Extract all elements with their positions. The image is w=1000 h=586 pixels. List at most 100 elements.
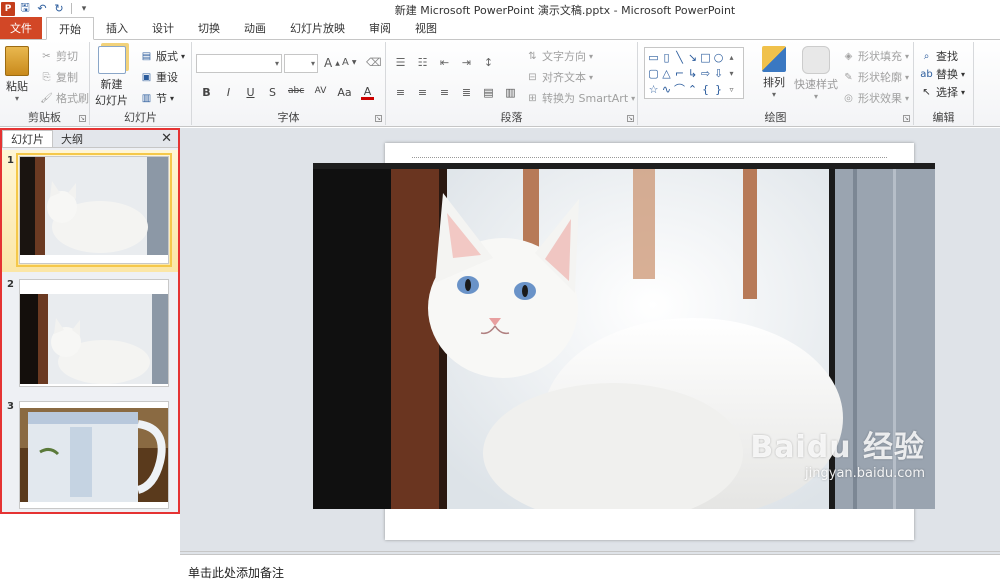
gallery-more-icon[interactable]: ▿ xyxy=(725,81,738,97)
arrange-button[interactable]: 排列 ▾ xyxy=(762,46,786,99)
elbow-shape-icon[interactable]: ⌐ xyxy=(673,65,686,81)
shapes-gallery[interactable]: ▭ ▯ ╲ ↘ □ ○ ▴ ▢ △ ⌐ ↳ ⇨ ⇩ ▾ ☆ ∿ ⌒ ⌃{} ▿ xyxy=(644,47,744,99)
increase-indent-icon[interactable]: ⇥ xyxy=(460,56,473,69)
select-button[interactable]: ↖ 选择 ▾ xyxy=(920,84,965,100)
layout-button[interactable]: ▤ 版式 ▾ xyxy=(140,48,185,64)
find-button[interactable]: ⌕ 查找 xyxy=(920,48,958,64)
columns-icon[interactable]: ▥ xyxy=(504,86,517,99)
slide-thumbnail-row-2[interactable]: 2 xyxy=(2,274,178,394)
text-direction-button[interactable]: ⇅ 文字方向 ▾ xyxy=(526,48,593,64)
arc-shape-icon[interactable]: ⌒ xyxy=(673,81,686,97)
distributed-icon[interactable]: ▤ xyxy=(482,86,495,99)
rectangle-shape-icon[interactable]: □ xyxy=(699,49,712,65)
slide-editing-canvas[interactable]: Baidu 经验 jingyan.baidu.com xyxy=(180,128,1000,552)
italic-button[interactable]: I xyxy=(222,86,235,100)
undo-icon[interactable]: ↶ xyxy=(35,2,49,16)
bold-button[interactable]: B xyxy=(200,86,213,100)
slide-thumbnail-row-3[interactable]: 3 xyxy=(2,396,178,512)
tab-insert[interactable]: 插入 xyxy=(94,17,140,39)
tab-outline-pane[interactable]: 大纲 xyxy=(53,130,91,147)
slide-thumbnail-row-1[interactable]: 1 xyxy=(2,150,178,272)
right-brace-shape-icon[interactable]: } xyxy=(712,81,725,97)
font-launcher-icon[interactable]: ↘ xyxy=(375,115,382,122)
shape-outline-button[interactable]: ✎ 形状轮廓 ▾ xyxy=(842,69,909,85)
title-placeholder[interactable] xyxy=(412,157,887,159)
clipboard-launcher-icon[interactable]: ↘ xyxy=(79,115,86,122)
elbow-arrow-shape-icon[interactable]: ↳ xyxy=(686,65,699,81)
decrease-indent-icon[interactable]: ⇤ xyxy=(438,56,451,69)
numbering-icon[interactable]: ☷ xyxy=(416,56,429,69)
quick-styles-button[interactable]: 快速样式 ▾ xyxy=(794,46,838,101)
font-format-row: B I U S abc AV Aa A xyxy=(200,86,374,100)
align-center-icon[interactable]: ≡ xyxy=(416,86,429,99)
font-color-button[interactable]: A xyxy=(361,86,374,100)
tab-file[interactable]: 文件 xyxy=(0,17,42,39)
tab-review[interactable]: 审阅 xyxy=(357,17,403,39)
cat-photo[interactable]: Baidu 经验 jingyan.baidu.com xyxy=(313,163,935,509)
cut-button[interactable]: ✂ 剪切 xyxy=(40,48,78,64)
rounded-rect-shape-icon[interactable]: ▢ xyxy=(647,65,660,81)
tab-slideshow[interactable]: 幻灯片放映 xyxy=(278,17,357,39)
tab-animations[interactable]: 动画 xyxy=(232,17,278,39)
left-brace-shape-icon[interactable]: { xyxy=(699,81,712,97)
smartart-button[interactable]: ⊞ 转换为 SmartArt ▾ xyxy=(526,90,635,106)
format-painter-button[interactable]: 🖌 格式刷 xyxy=(40,90,89,106)
clear-formatting-icon[interactable]: ⌫ xyxy=(366,56,382,69)
tab-slides-pane[interactable]: 幻灯片 xyxy=(2,130,53,147)
reset-button[interactable]: ▣ 重设 xyxy=(140,69,178,85)
font-name-combo[interactable]: ▾ xyxy=(196,54,282,73)
text-shadow-button[interactable]: S xyxy=(266,86,279,100)
replace-button[interactable]: ab 替换 ▾ xyxy=(920,66,965,82)
align-right-icon[interactable]: ≡ xyxy=(438,86,451,99)
qat-divider xyxy=(71,3,72,14)
triangle-shape-icon[interactable]: △ xyxy=(660,65,673,81)
tab-design[interactable]: 设计 xyxy=(140,17,186,39)
align-text-button[interactable]: ⊟ 对齐文本 ▾ xyxy=(526,69,593,85)
copy-button[interactable]: ⎘ 复制 xyxy=(40,69,79,85)
strikethrough-button[interactable]: abc xyxy=(288,86,304,100)
change-case-button[interactable]: Aa xyxy=(337,86,352,100)
curve-shape-icon[interactable]: ∿ xyxy=(660,81,673,97)
right-arrow-shape-icon[interactable]: ⇨ xyxy=(699,65,712,81)
char-spacing-button[interactable]: AV xyxy=(313,86,328,100)
tab-transitions[interactable]: 切换 xyxy=(186,17,232,39)
line-shape-icon[interactable]: ╲ xyxy=(673,49,686,65)
paste-button[interactable]: 粘贴 ▾ xyxy=(5,46,29,103)
paragraph-launcher-icon[interactable]: ↘ xyxy=(627,115,634,122)
down-arrow-shape-icon[interactable]: ⇩ xyxy=(712,65,725,81)
close-panel-icon[interactable]: ✕ xyxy=(161,131,172,146)
section-button[interactable]: ▥ 节 ▾ xyxy=(140,90,174,106)
tab-home[interactable]: 开始 xyxy=(46,17,94,40)
new-slide-button[interactable]: 新建 幻灯片 xyxy=(95,46,128,108)
bullets-icon[interactable]: ☰ xyxy=(394,56,407,69)
notes-pane[interactable]: 单击此处添加备注 xyxy=(180,554,1000,586)
drawing-launcher-icon[interactable]: ↘ xyxy=(903,115,910,122)
justify-icon[interactable]: ≣ xyxy=(460,86,473,99)
redo-icon[interactable]: ↻ xyxy=(52,2,66,16)
font-size-combo[interactable]: ▾ xyxy=(284,54,318,73)
underline-button[interactable]: U xyxy=(244,86,257,100)
current-slide[interactable]: Baidu 经验 jingyan.baidu.com xyxy=(313,143,935,540)
powerpoint-app-icon[interactable]: P xyxy=(1,1,15,16)
line-spacing-icon[interactable]: ↕ xyxy=(482,56,495,69)
arrow-line-shape-icon[interactable]: ↘ xyxy=(686,49,699,65)
oval-shape-icon[interactable]: ○ xyxy=(712,49,725,65)
slide-thumbnail-3[interactable] xyxy=(19,401,169,509)
gallery-up-icon[interactable]: ▴ xyxy=(725,49,738,65)
slide-thumbnail-1[interactable] xyxy=(16,153,172,267)
tab-view[interactable]: 视图 xyxy=(403,17,449,39)
slide-thumbnail-2[interactable] xyxy=(19,279,169,387)
paste-dropdown-icon[interactable]: ▾ xyxy=(15,94,19,103)
gallery-down-icon[interactable]: ▾ xyxy=(725,65,738,81)
bracket-shape-icon[interactable]: ⌃ xyxy=(686,81,699,97)
shrink-font-button[interactable]: A ▼ xyxy=(342,57,356,68)
grow-font-button[interactable]: A ▲ xyxy=(324,56,340,70)
textbox-shape-icon[interactable]: ▭ xyxy=(647,49,660,65)
shape-effects-button[interactable]: ◎ 形状效果 ▾ xyxy=(842,90,909,106)
star-shape-icon[interactable]: ☆ xyxy=(647,81,660,97)
save-icon[interactable]: 🖫 xyxy=(18,1,32,16)
align-left-icon[interactable]: ≡ xyxy=(394,86,407,99)
shape-fill-button[interactable]: ◈ 形状填充 ▾ xyxy=(842,48,909,64)
vtextbox-shape-icon[interactable]: ▯ xyxy=(660,49,673,65)
customize-qat-icon[interactable]: ▾ xyxy=(77,2,91,16)
